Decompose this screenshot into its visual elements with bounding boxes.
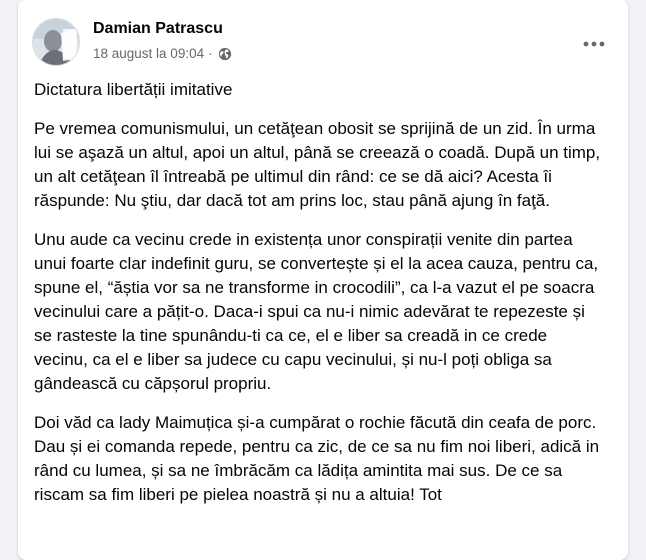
more-options-button[interactable]: [576, 26, 612, 62]
post-title: Dictatura libertății imitative: [34, 80, 233, 99]
post-paragraph: Unu aude ca vecinu crede in existența un…: [34, 230, 599, 393]
post-body: Dictatura libertății imitative Pe vremea…: [34, 78, 604, 522]
post-paragraph: Pe vremea comunismului, un cetăţean obos…: [34, 119, 601, 210]
post-meta: 18 august la 09:04 ·: [93, 45, 232, 63]
page-background-edge: [632, 0, 646, 528]
post-timestamp[interactable]: 18 august la 09:04: [93, 45, 204, 63]
more-options-icon: [583, 41, 605, 47]
globe-icon[interactable]: [218, 47, 232, 61]
post-paragraph: Doi văd ca lady Maimuțica și-a cumpărat …: [34, 413, 600, 504]
author-name[interactable]: Damian Patrascu: [93, 19, 223, 39]
meta-separator: ·: [208, 46, 213, 61]
avatar[interactable]: [32, 18, 80, 66]
avatar-image: [33, 19, 79, 65]
post-card: Damian Patrascu 18 august la 09:04 · Dic…: [18, 0, 628, 560]
post-header: Damian Patrascu 18 august la 09:04 ·: [18, 0, 628, 74]
